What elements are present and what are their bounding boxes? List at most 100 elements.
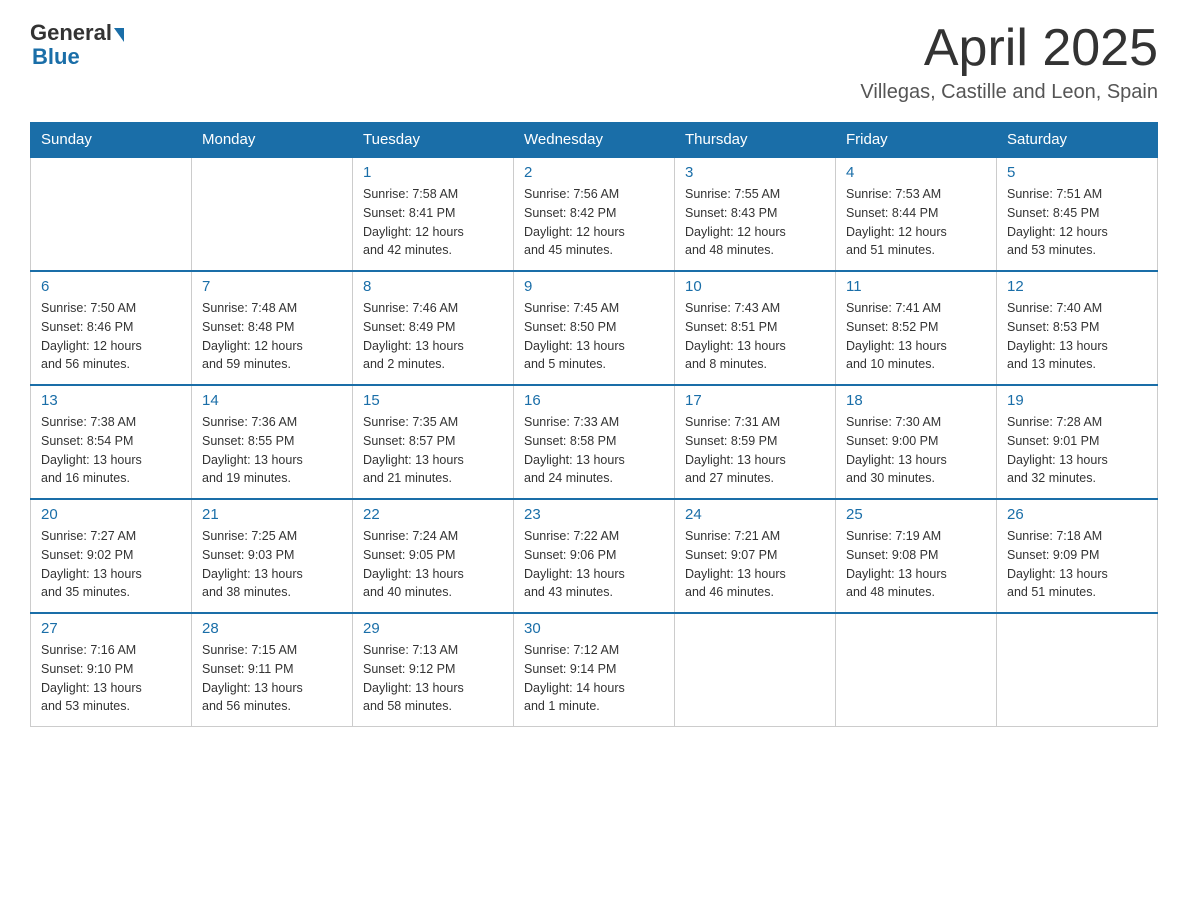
week-row-5: 27 Sunrise: 7:16 AMSunset: 9:10 PMDayligh… bbox=[31, 613, 1158, 727]
day-info: Sunrise: 7:43 AMSunset: 8:51 PMDaylight:… bbox=[685, 299, 825, 374]
calendar-cell: 6Sunrise: 7:50 AMSunset: 8:46 PMDaylight… bbox=[31, 271, 192, 385]
day-number: 16 bbox=[524, 392, 664, 409]
day-number: 28 bbox=[202, 620, 342, 637]
day-info: Sunrise: 7:41 AMSunset: 8:52 PMDaylight:… bbox=[846, 299, 986, 374]
day-info: Sunrise: 7:15 AMSunset: 9:11 PMDaylight:… bbox=[202, 641, 342, 716]
day-number: 7 bbox=[202, 278, 342, 295]
day-number: 3 bbox=[685, 164, 825, 181]
weekday-header-thursday: Thursday bbox=[675, 123, 836, 158]
calendar-cell: 15 Sunrise: 7:35 AMSunset: 8:57 PMDayligh… bbox=[353, 385, 514, 499]
weekday-header-tuesday: Tuesday bbox=[353, 123, 514, 158]
day-info: Sunrise: 7:30 AMSunset: 9:00 PMDaylight:… bbox=[846, 413, 986, 488]
calendar-cell: 28 Sunrise: 7:15 AMSunset: 9:11 PMDayligh… bbox=[192, 613, 353, 727]
calendar-table: SundayMondayTuesdayWednesdayThursdayFrid… bbox=[30, 122, 1158, 727]
day-info: Sunrise: 7:12 AMSunset: 9:14 PMDaylight:… bbox=[524, 641, 664, 716]
calendar-cell: 30 Sunrise: 7:12 AMSunset: 9:14 PMDayligh… bbox=[514, 613, 675, 727]
day-number: 24 bbox=[685, 506, 825, 523]
day-number: 19 bbox=[1007, 392, 1147, 409]
weekday-header-monday: Monday bbox=[192, 123, 353, 158]
calendar-cell bbox=[675, 613, 836, 727]
day-info: Sunrise: 7:24 AMSunset: 9:05 PMDaylight:… bbox=[363, 527, 503, 602]
calendar-cell: 12 Sunrise: 7:40 AMSunset: 8:53 PMDayligh… bbox=[997, 271, 1158, 385]
location-title: Villegas, Castille and Leon, Spain bbox=[860, 81, 1158, 104]
calendar-cell: 11 Sunrise: 7:41 AMSunset: 8:52 PMDayligh… bbox=[836, 271, 997, 385]
day-number: 2 bbox=[524, 164, 664, 181]
day-number: 15 bbox=[363, 392, 503, 409]
day-number: 13 bbox=[41, 392, 181, 409]
calendar-cell: 14 Sunrise: 7:36 AMSunset: 8:55 PMDayligh… bbox=[192, 385, 353, 499]
day-info: Sunrise: 7:22 AMSunset: 9:06 PMDaylight:… bbox=[524, 527, 664, 602]
calendar-cell: 7Sunrise: 7:48 AMSunset: 8:48 PMDaylight… bbox=[192, 271, 353, 385]
calendar-cell: 3 Sunrise: 7:55 AMSunset: 8:43 PMDaylight… bbox=[675, 157, 836, 271]
calendar-cell: 13Sunrise: 7:38 AMSunset: 8:54 PMDayligh… bbox=[31, 385, 192, 499]
calendar-cell: 16 Sunrise: 7:33 AMSunset: 8:58 PMDayligh… bbox=[514, 385, 675, 499]
day-info: Sunrise: 7:51 AMSunset: 8:45 PMDaylight:… bbox=[1007, 185, 1147, 260]
day-number: 17 bbox=[685, 392, 825, 409]
calendar-cell: 20Sunrise: 7:27 AMSunset: 9:02 PMDayligh… bbox=[31, 499, 192, 613]
week-row-1: 1 Sunrise: 7:58 AMSunset: 8:41 PMDaylight… bbox=[31, 157, 1158, 271]
day-number: 8 bbox=[363, 278, 503, 295]
week-row-3: 13Sunrise: 7:38 AMSunset: 8:54 PMDayligh… bbox=[31, 385, 1158, 499]
logo: General Blue bbox=[30, 20, 124, 70]
day-info: Sunrise: 7:40 AMSunset: 8:53 PMDaylight:… bbox=[1007, 299, 1147, 374]
calendar-cell: 2 Sunrise: 7:56 AMSunset: 8:42 PMDaylight… bbox=[514, 157, 675, 271]
day-info: Sunrise: 7:16 AMSunset: 9:10 PMDaylight:… bbox=[41, 641, 181, 716]
title-section: April 2025 Villegas, Castille and Leon, … bbox=[860, 20, 1158, 104]
day-info: Sunrise: 7:35 AMSunset: 8:57 PMDaylight:… bbox=[363, 413, 503, 488]
calendar-cell: 5Sunrise: 7:51 AMSunset: 8:45 PMDaylight… bbox=[997, 157, 1158, 271]
day-number: 30 bbox=[524, 620, 664, 637]
day-number: 23 bbox=[524, 506, 664, 523]
day-number: 18 bbox=[846, 392, 986, 409]
day-number: 20 bbox=[41, 506, 181, 523]
day-info: Sunrise: 7:46 AMSunset: 8:49 PMDaylight:… bbox=[363, 299, 503, 374]
calendar-cell: 18 Sunrise: 7:30 AMSunset: 9:00 PMDayligh… bbox=[836, 385, 997, 499]
day-number: 21 bbox=[202, 506, 342, 523]
calendar-cell bbox=[997, 613, 1158, 727]
day-info: Sunrise: 7:19 AMSunset: 9:08 PMDaylight:… bbox=[846, 527, 986, 602]
calendar-cell: 17 Sunrise: 7:31 AMSunset: 8:59 PMDayligh… bbox=[675, 385, 836, 499]
calendar-cell: 4Sunrise: 7:53 AMSunset: 8:44 PMDaylight… bbox=[836, 157, 997, 271]
calendar-cell: 25 Sunrise: 7:19 AMSunset: 9:08 PMDayligh… bbox=[836, 499, 997, 613]
day-number: 10 bbox=[685, 278, 825, 295]
logo-arrow-icon bbox=[114, 28, 124, 42]
day-info: Sunrise: 7:25 AMSunset: 9:03 PMDaylight:… bbox=[202, 527, 342, 602]
day-info: Sunrise: 7:58 AMSunset: 8:41 PMDaylight:… bbox=[363, 185, 503, 260]
calendar-cell bbox=[836, 613, 997, 727]
day-number: 14 bbox=[202, 392, 342, 409]
calendar-cell: 10 Sunrise: 7:43 AMSunset: 8:51 PMDayligh… bbox=[675, 271, 836, 385]
weekday-header-sunday: Sunday bbox=[31, 123, 192, 158]
day-number: 6 bbox=[41, 278, 181, 295]
day-number: 9 bbox=[524, 278, 664, 295]
week-row-2: 6Sunrise: 7:50 AMSunset: 8:46 PMDaylight… bbox=[31, 271, 1158, 385]
day-number: 12 bbox=[1007, 278, 1147, 295]
calendar-cell bbox=[192, 157, 353, 271]
day-info: Sunrise: 7:36 AMSunset: 8:55 PMDaylight:… bbox=[202, 413, 342, 488]
day-number: 11 bbox=[846, 278, 986, 295]
day-info: Sunrise: 7:56 AMSunset: 8:42 PMDaylight:… bbox=[524, 185, 664, 260]
day-number: 25 bbox=[846, 506, 986, 523]
day-info: Sunrise: 7:18 AMSunset: 9:09 PMDaylight:… bbox=[1007, 527, 1147, 602]
day-info: Sunrise: 7:55 AMSunset: 8:43 PMDaylight:… bbox=[685, 185, 825, 260]
logo-blue-text: Blue bbox=[32, 44, 80, 70]
day-number: 4 bbox=[846, 164, 986, 181]
calendar-cell: 23 Sunrise: 7:22 AMSunset: 9:06 PMDayligh… bbox=[514, 499, 675, 613]
day-number: 1 bbox=[363, 164, 503, 181]
weekday-header-friday: Friday bbox=[836, 123, 997, 158]
day-number: 29 bbox=[363, 620, 503, 637]
day-number: 27 bbox=[41, 620, 181, 637]
day-info: Sunrise: 7:21 AMSunset: 9:07 PMDaylight:… bbox=[685, 527, 825, 602]
weekday-header-saturday: Saturday bbox=[997, 123, 1158, 158]
day-number: 22 bbox=[363, 506, 503, 523]
day-info: Sunrise: 7:28 AMSunset: 9:01 PMDaylight:… bbox=[1007, 413, 1147, 488]
month-title: April 2025 bbox=[860, 20, 1158, 77]
calendar-cell bbox=[31, 157, 192, 271]
calendar-cell: 19 Sunrise: 7:28 AMSunset: 9:01 PMDayligh… bbox=[997, 385, 1158, 499]
day-info: Sunrise: 7:33 AMSunset: 8:58 PMDaylight:… bbox=[524, 413, 664, 488]
calendar-cell: 22 Sunrise: 7:24 AMSunset: 9:05 PMDayligh… bbox=[353, 499, 514, 613]
calendar-cell: 24 Sunrise: 7:21 AMSunset: 9:07 PMDayligh… bbox=[675, 499, 836, 613]
calendar-cell: 8 Sunrise: 7:46 AMSunset: 8:49 PMDaylight… bbox=[353, 271, 514, 385]
calendar-cell: 9Sunrise: 7:45 AMSunset: 8:50 PMDaylight… bbox=[514, 271, 675, 385]
weekday-header-wednesday: Wednesday bbox=[514, 123, 675, 158]
day-info: Sunrise: 7:31 AMSunset: 8:59 PMDaylight:… bbox=[685, 413, 825, 488]
calendar-cell: 29Sunrise: 7:13 AMSunset: 9:12 PMDayligh… bbox=[353, 613, 514, 727]
